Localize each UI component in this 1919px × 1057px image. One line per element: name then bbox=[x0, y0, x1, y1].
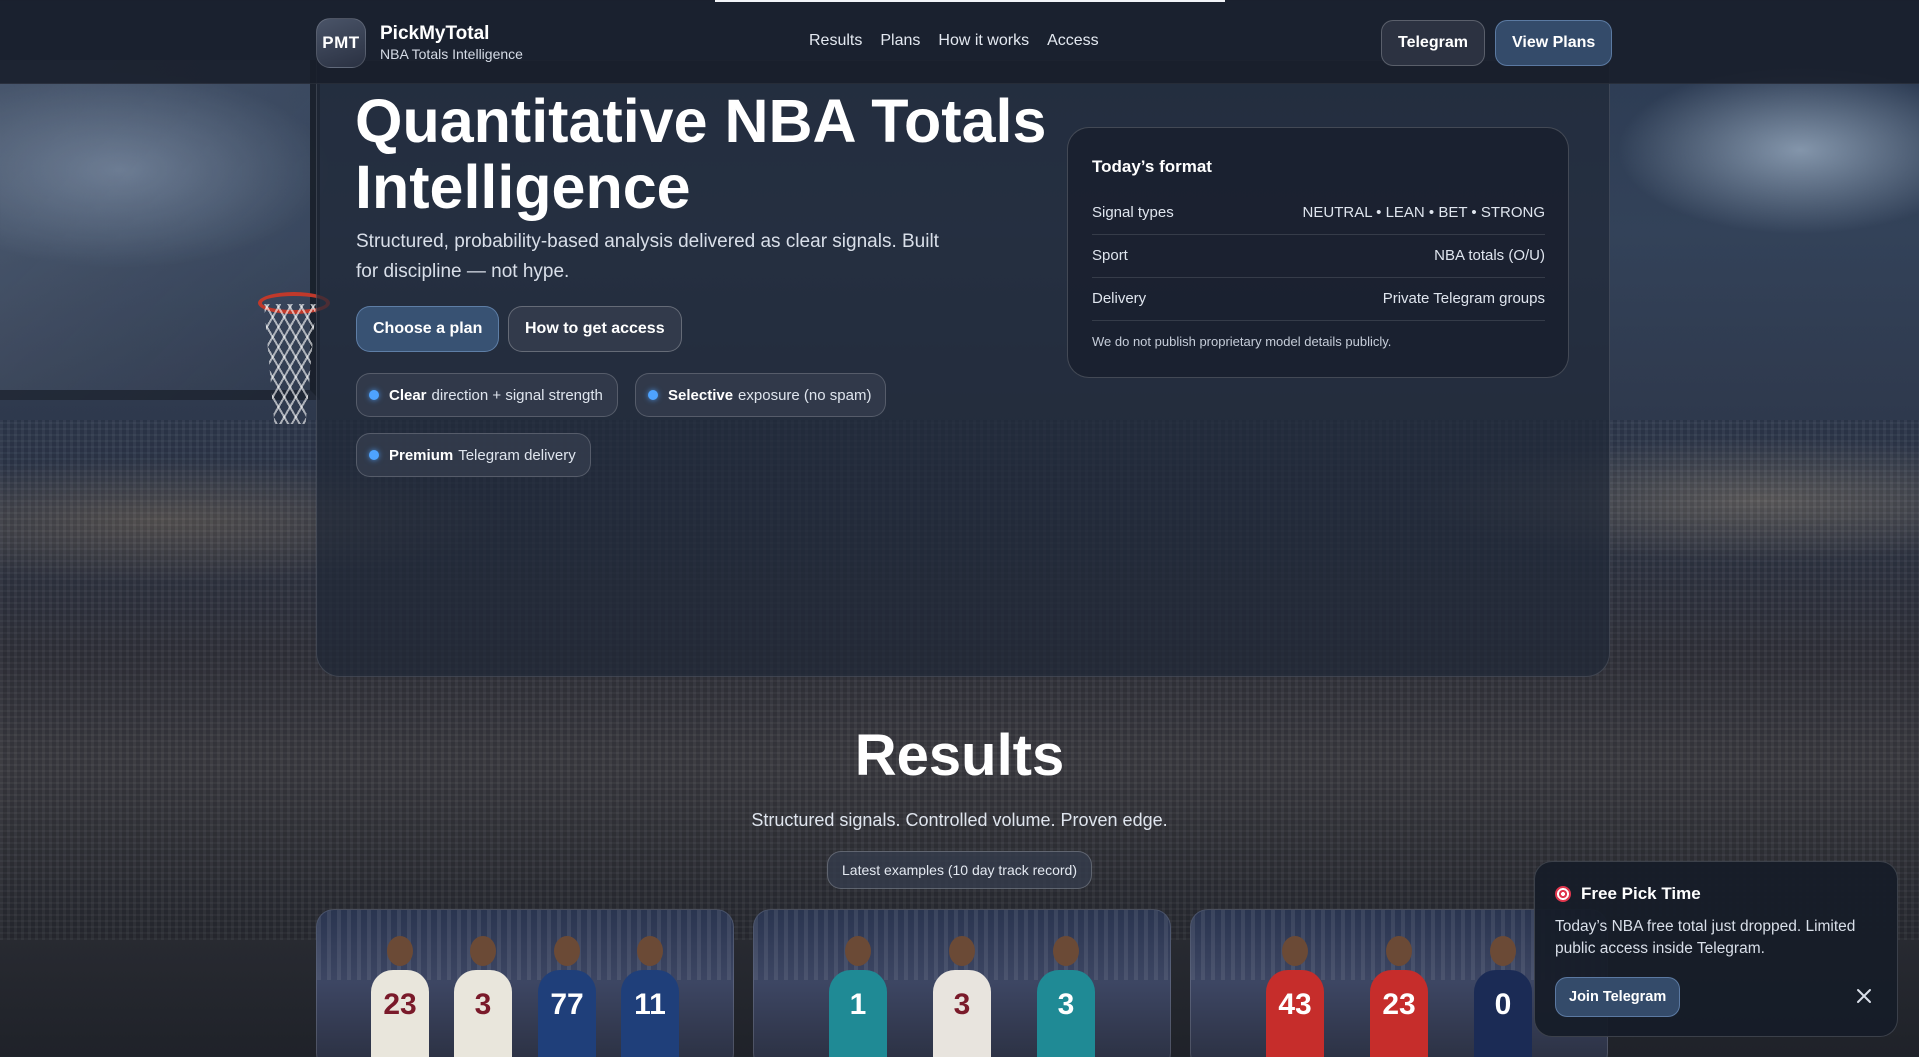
brand-text: PickMyTotal NBA Totals Intelligence bbox=[380, 23, 523, 63]
hero-subtitle-line2: for discipline — not hype. bbox=[356, 261, 570, 282]
row-label: Sport bbox=[1092, 247, 1128, 264]
row-value: Private Telegram groups bbox=[1382, 290, 1545, 307]
dot-icon bbox=[648, 390, 658, 400]
player-head bbox=[1386, 936, 1412, 966]
chip-bold: Clear bbox=[389, 386, 427, 404]
player-head bbox=[1490, 936, 1516, 966]
brand-tagline: NBA Totals Intelligence bbox=[380, 46, 523, 62]
jersey-number: 0 bbox=[1494, 988, 1512, 1021]
chip-bold: Premium bbox=[389, 446, 454, 464]
card-title: Today’s format bbox=[1092, 157, 1212, 176]
result-thumbnail-1[interactable]: 23 3 77 11 bbox=[316, 909, 734, 1057]
card-row-delivery: Delivery Private Telegram groups bbox=[1092, 277, 1545, 321]
nav-plans[interactable]: Plans bbox=[880, 32, 920, 50]
feature-chip-selective: Selective exposure (no spam) bbox=[635, 373, 887, 417]
player-head bbox=[637, 936, 663, 966]
jersey-number: 3 bbox=[1057, 988, 1075, 1021]
top-navbar: PMT PickMyTotal NBA Totals Intelligence … bbox=[0, 0, 1919, 84]
main-nav: Results Plans How it works Access bbox=[809, 32, 1099, 50]
player-head bbox=[470, 936, 496, 966]
toast-title: Free Pick Time bbox=[1555, 884, 1701, 904]
player-figure: 23 bbox=[1370, 936, 1428, 1057]
dot-icon bbox=[369, 390, 379, 400]
hero-title-line1: Quantitative NBA Totals bbox=[355, 87, 1047, 155]
jersey-number: 23 bbox=[1382, 988, 1416, 1021]
nav-results[interactable]: Results bbox=[809, 32, 862, 50]
chip-text: exposure (no spam) bbox=[738, 386, 872, 404]
player-figure: 43 bbox=[1266, 936, 1324, 1057]
player-figure: 0 bbox=[1474, 936, 1532, 1057]
results-title: Results bbox=[854, 723, 1065, 788]
player-head bbox=[387, 936, 413, 966]
player-head bbox=[949, 936, 975, 966]
jersey-number: 23 bbox=[383, 988, 417, 1021]
player-figure: 3 bbox=[1037, 936, 1095, 1057]
player-figure: 1 bbox=[829, 936, 887, 1057]
card-note: We do not publish proprietary model deta… bbox=[1092, 334, 1392, 349]
results-badge: Latest examples (10 day track record) bbox=[827, 851, 1092, 889]
feature-chip-clear: Clear direction + signal strength bbox=[356, 373, 618, 417]
hoop-net bbox=[264, 304, 316, 424]
row-value: NEUTRAL • LEAN • BET • STRONG bbox=[1302, 204, 1545, 221]
close-icon[interactable] bbox=[1855, 987, 1873, 1005]
card-row-sport: Sport NBA totals (O/U) bbox=[1092, 234, 1545, 278]
jersey-number: 3 bbox=[953, 988, 971, 1021]
player-figure: 3 bbox=[933, 936, 991, 1057]
view-plans-button[interactable]: View Plans bbox=[1495, 20, 1613, 66]
results-subtitle: Structured signals. Controlled volume. P… bbox=[751, 810, 1168, 830]
hero-subtitle-line1: Structured, probability-based analysis d… bbox=[356, 231, 939, 252]
jersey-number: 43 bbox=[1278, 988, 1312, 1021]
chip-bold: Selective bbox=[668, 386, 734, 404]
player-figure: 11 bbox=[621, 936, 679, 1057]
player-head bbox=[1053, 936, 1079, 966]
jersey-number: 77 bbox=[550, 988, 584, 1021]
chip-text: Telegram delivery bbox=[458, 446, 576, 464]
jersey-number: 3 bbox=[474, 988, 492, 1021]
jersey-number: 1 bbox=[849, 988, 867, 1021]
nav-access[interactable]: Access bbox=[1047, 32, 1099, 50]
hero-subtitle: Structured, probability-based analysis d… bbox=[356, 227, 966, 287]
player-figure: 3 bbox=[454, 936, 512, 1057]
telegram-button[interactable]: Telegram bbox=[1381, 20, 1485, 66]
toast-text: Today’s NBA free total just dropped. Lim… bbox=[1555, 918, 1856, 957]
player-head bbox=[1282, 936, 1308, 966]
brand-name: PickMyTotal bbox=[380, 23, 490, 44]
brand-logo[interactable]: PMT bbox=[316, 18, 366, 68]
chip-text: direction + signal strength bbox=[431, 386, 603, 404]
toast-title-text: Free Pick Time bbox=[1581, 884, 1701, 903]
dot-icon bbox=[369, 450, 379, 460]
how-to-get-access-button[interactable]: How to get access bbox=[508, 306, 682, 352]
hero-title-line2: Intelligence bbox=[355, 153, 691, 221]
todays-format-card: Today’s format Signal types NEUTRAL • LE… bbox=[1067, 127, 1569, 378]
jersey-number: 11 bbox=[634, 988, 666, 1021]
free-pick-toast: Free Pick Time Today’s NBA free total ju… bbox=[1534, 861, 1898, 1037]
feature-chip-premium: Premium Telegram delivery bbox=[356, 433, 591, 477]
row-label: Delivery bbox=[1092, 290, 1147, 307]
row-label: Signal types bbox=[1092, 204, 1174, 221]
result-thumbnail-2[interactable]: 1 3 3 bbox=[753, 909, 1171, 1057]
hero-title: Quantitative NBA Totals Intelligence bbox=[355, 88, 1075, 220]
target-icon bbox=[1555, 886, 1571, 902]
player-head bbox=[554, 936, 580, 966]
player-figure: 23 bbox=[371, 936, 429, 1057]
card-row-signal-types: Signal types NEUTRAL • LEAN • BET • STRO… bbox=[1092, 191, 1545, 235]
player-head bbox=[845, 936, 871, 966]
row-value: NBA totals (O/U) bbox=[1434, 247, 1545, 264]
join-telegram-button[interactable]: Join Telegram bbox=[1555, 977, 1681, 1017]
choose-plan-button[interactable]: Choose a plan bbox=[356, 306, 500, 352]
loading-bar bbox=[715, 0, 1225, 2]
player-figure: 77 bbox=[538, 936, 596, 1057]
brand[interactable]: PMT PickMyTotal NBA Totals Intelligence bbox=[316, 18, 523, 68]
nav-how-it-works[interactable]: How it works bbox=[938, 32, 1029, 50]
